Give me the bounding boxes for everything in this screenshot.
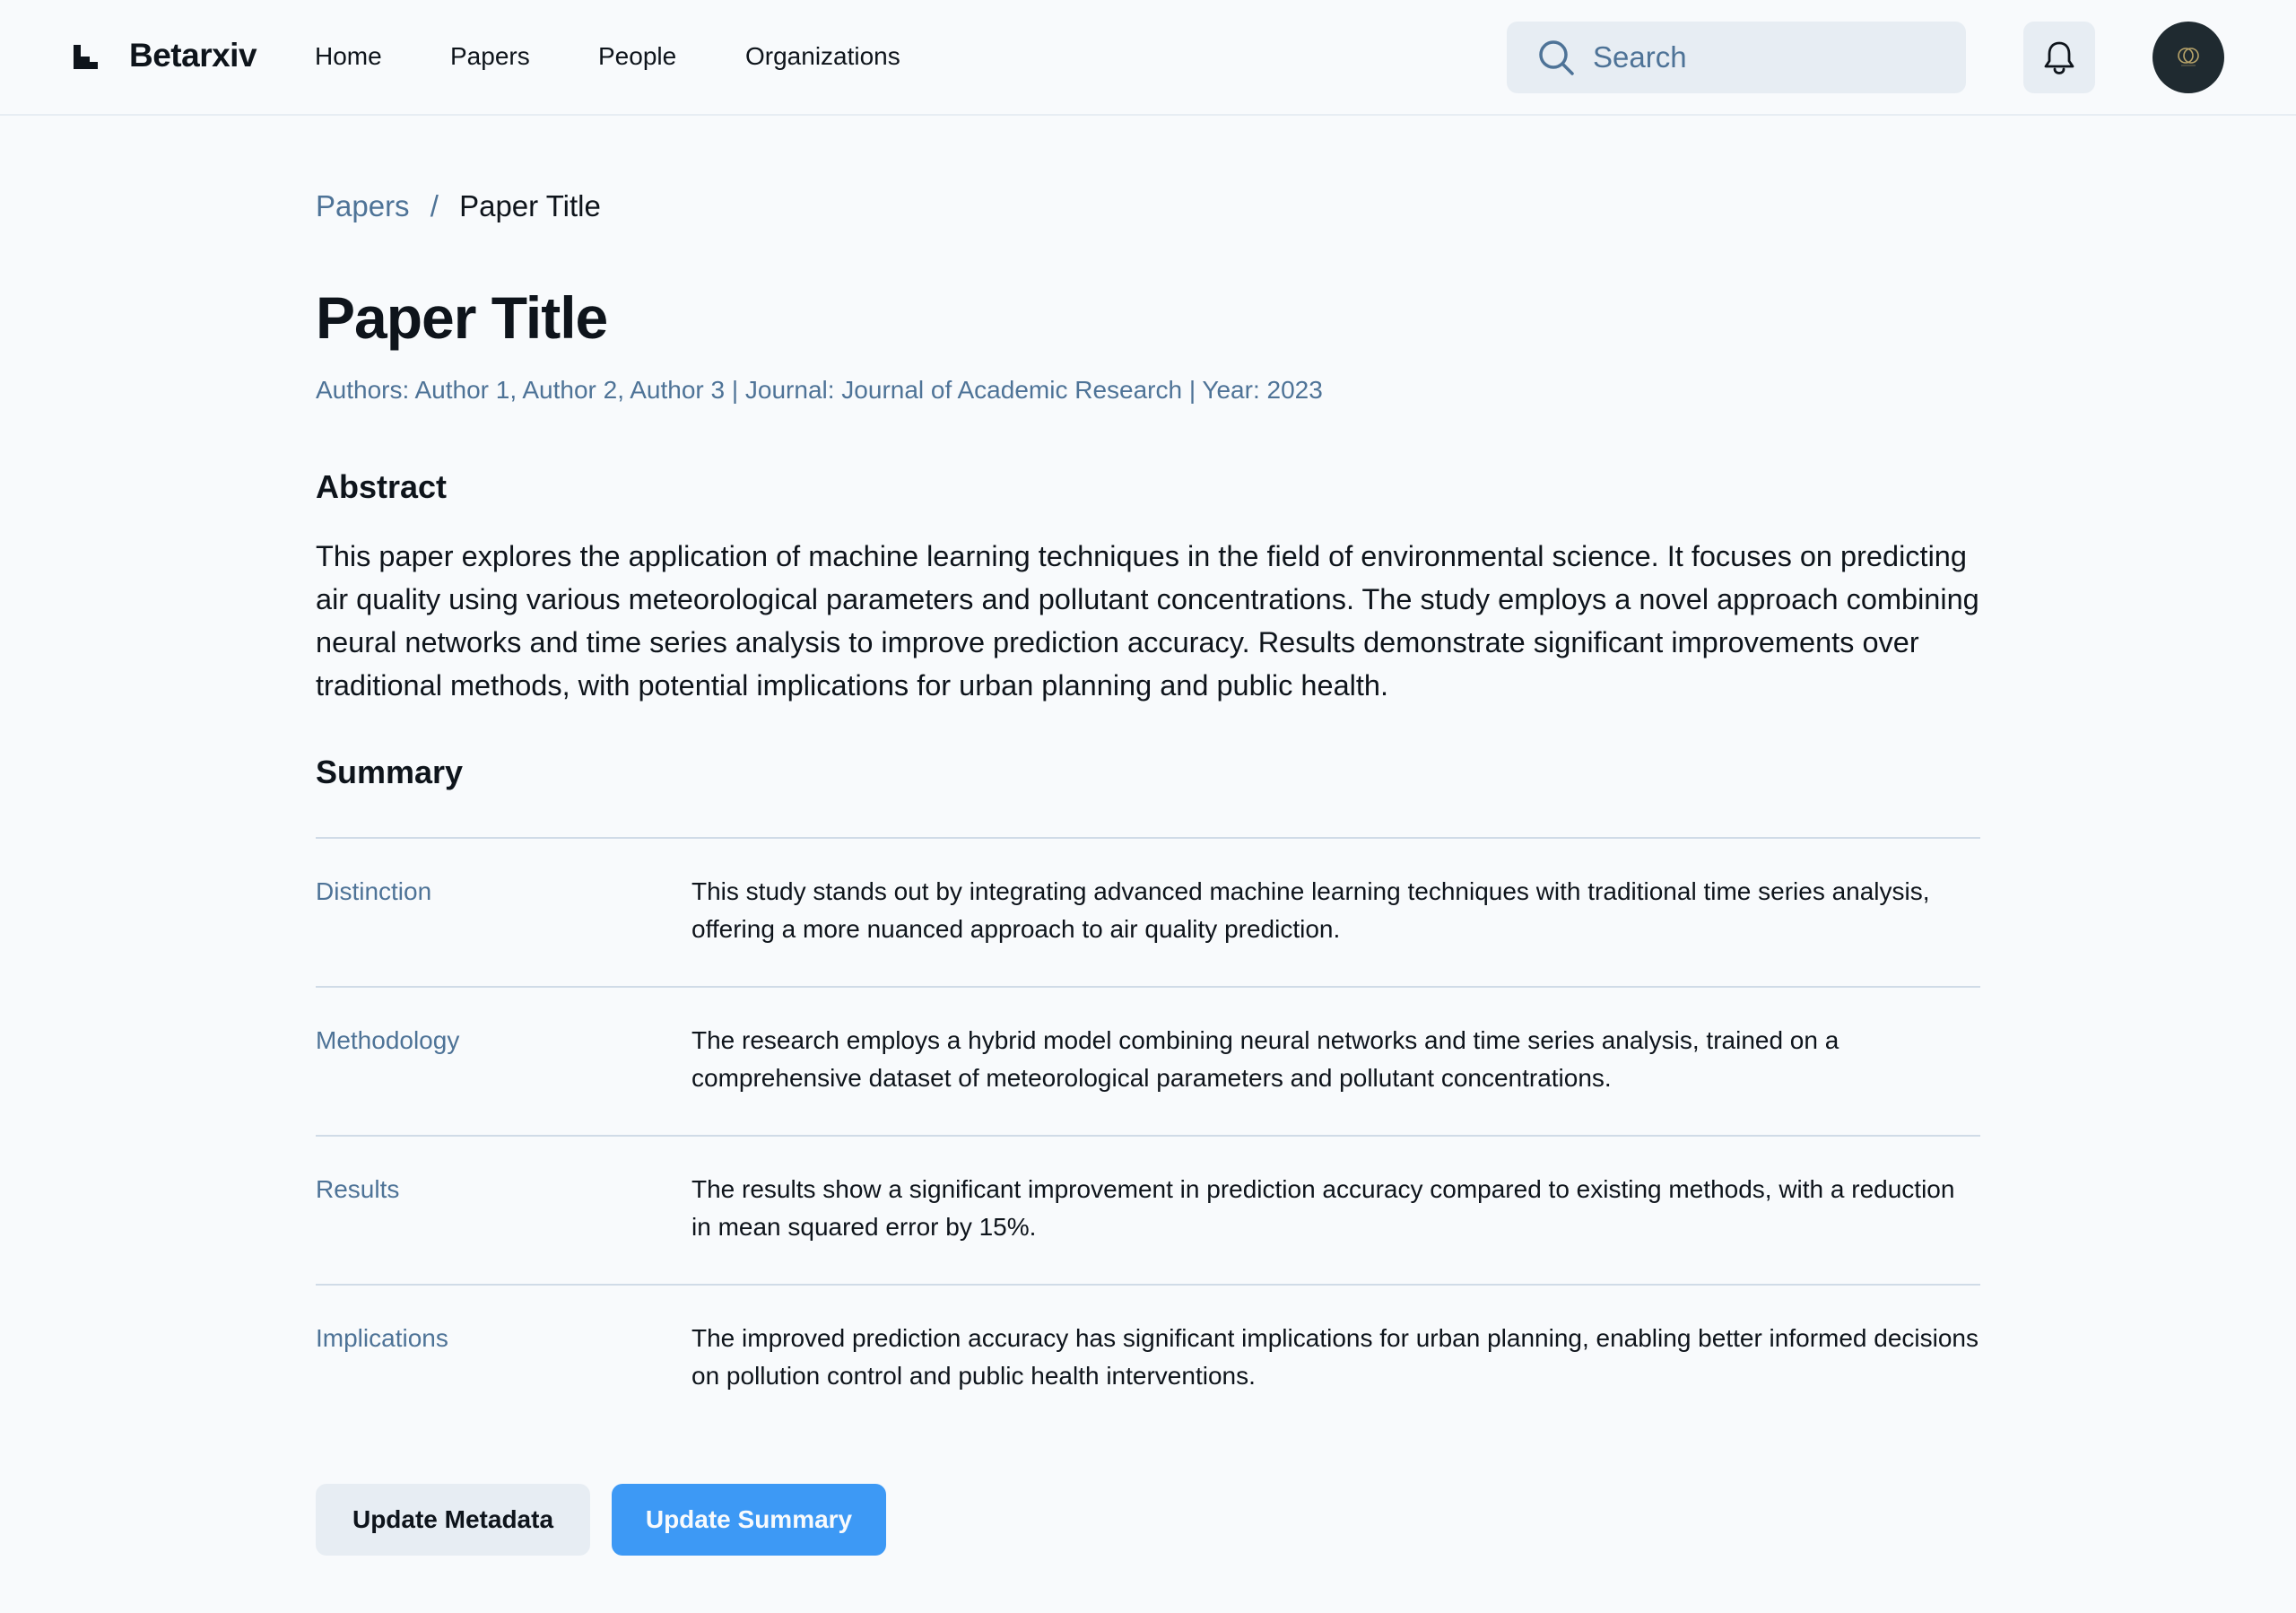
summary-row-text: This study stands out by integrating adv… <box>691 877 1930 943</box>
summary-heading: Summary <box>316 754 464 790</box>
nav-organizations-link[interactable]: Organizations <box>745 38 900 75</box>
search-icon <box>1539 40 1574 75</box>
summary-row-label: Results <box>316 1175 400 1203</box>
search-input[interactable] <box>1593 22 1952 93</box>
summary-row-label: Distinction <box>316 877 432 905</box>
summary-row-label: Implications <box>316 1324 448 1352</box>
summary-row-text: The research employs a hybrid model comb… <box>691 1026 1839 1092</box>
summary-row-text: The results show a significant improveme… <box>691 1175 1955 1241</box>
bell-icon <box>2044 41 2074 74</box>
breadcrumb: Papers / Paper Title <box>316 184 601 229</box>
nav-papers-link[interactable]: Papers <box>450 38 530 75</box>
summary-row-text: The improved prediction accuracy has sig… <box>691 1324 1979 1390</box>
nav-people-link[interactable]: People <box>598 38 676 75</box>
update-summary-button[interactable]: Update Summary <box>612 1484 886 1556</box>
avatar-emblem-icon <box>2178 48 2199 66</box>
page-title: Paper Title <box>316 284 608 351</box>
notifications-button[interactable] <box>2023 22 2095 93</box>
breadcrumb-separator: / <box>430 189 439 222</box>
abstract-text: This paper explores the application of m… <box>316 540 1979 702</box>
breadcrumb-current: Paper Title <box>459 189 601 222</box>
search-box[interactable] <box>1507 22 1966 93</box>
update-metadata-button[interactable]: Update Metadata <box>316 1484 590 1556</box>
betarxiv-logo-icon[interactable] <box>74 45 98 69</box>
summary-row-methodology: Methodology The research employs a hybri… <box>316 988 1980 1137</box>
top-navigation-bar: Betarxiv Home Papers People Organization… <box>0 0 2296 116</box>
nav-home-link[interactable]: Home <box>315 38 382 75</box>
summary-row-implications: Implications The improved prediction acc… <box>316 1286 1980 1434</box>
summary-row-results: Results The results show a significant i… <box>316 1137 1980 1286</box>
summary-table: Distinction This study stands out by int… <box>316 837 1980 1434</box>
breadcrumb-papers-link[interactable]: Papers <box>316 189 410 222</box>
paper-metadata: Authors: Author 1, Author 2, Author 3 | … <box>316 376 1323 404</box>
user-avatar[interactable] <box>2152 22 2224 93</box>
summary-row-distinction: Distinction This study stands out by int… <box>316 839 1980 988</box>
abstract-heading: Abstract <box>316 468 448 505</box>
brand-name[interactable]: Betarxiv <box>129 33 257 78</box>
summary-row-label: Methodology <box>316 1026 460 1054</box>
